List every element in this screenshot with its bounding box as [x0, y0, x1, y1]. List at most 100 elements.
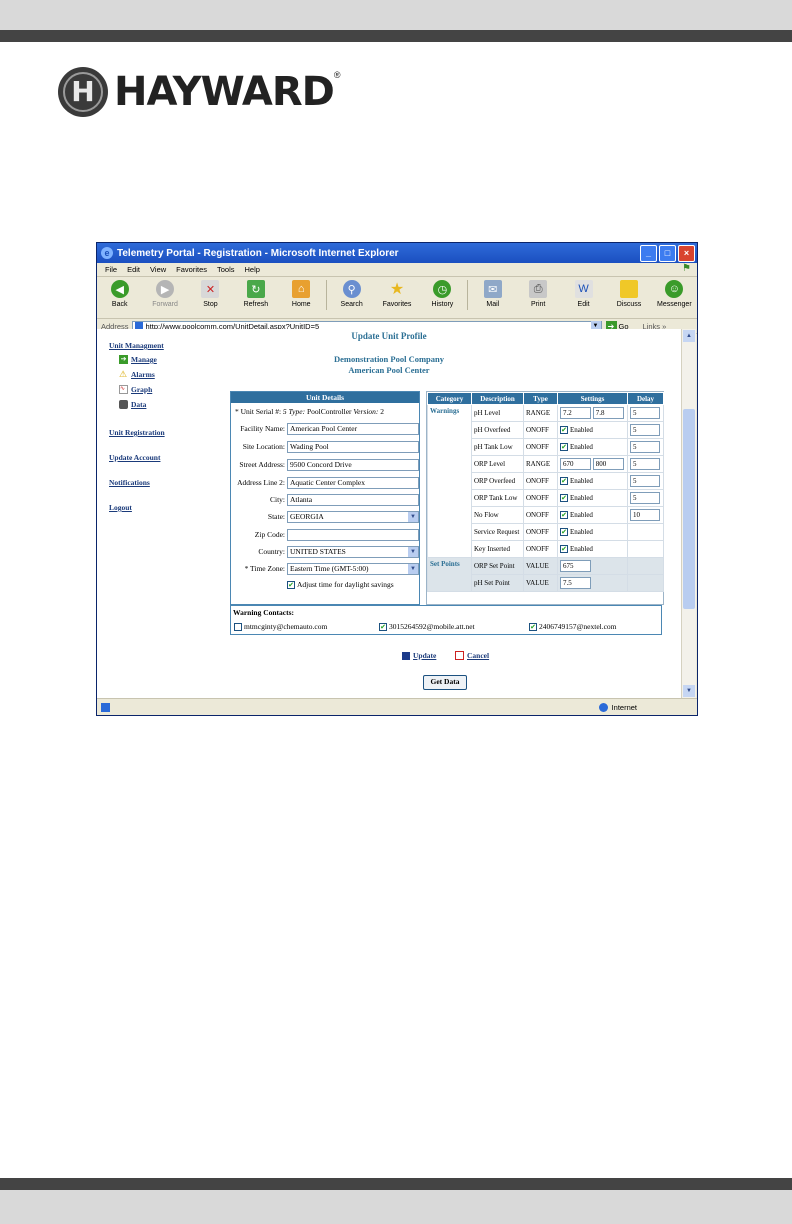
contact-item: ✔ 2406749157@nextel.com — [529, 622, 617, 631]
row-type: ONOFF — [523, 421, 558, 439]
search-button[interactable]: ⚲ Search — [329, 280, 374, 308]
minimize-button[interactable]: _ — [640, 244, 657, 262]
enabled-checkbox[interactable]: ✔ — [560, 477, 568, 486]
addr2-input[interactable]: Aquatic Center Complex — [287, 476, 419, 489]
nav-item-graph[interactable]: ∿ Graph — [119, 382, 219, 397]
enabled-checkbox[interactable]: ✔ — [560, 443, 568, 452]
mail-button[interactable]: ✉ Mail — [470, 280, 515, 308]
scroll-down-icon[interactable]: ▼ — [683, 685, 695, 697]
dst-row: ✔ Adjust time for daylight savings — [231, 577, 417, 592]
country-select[interactable]: UNITED STATES ▼ — [287, 545, 419, 558]
nav-unit-management[interactable]: Unit Managment — [109, 341, 219, 350]
messenger-button[interactable]: ☺ Messenger — [652, 280, 697, 308]
row-desc: pH Tank Low — [471, 438, 524, 456]
get-data-button[interactable]: Get Data — [423, 675, 467, 690]
back-button[interactable]: ◀ Back — [97, 280, 142, 308]
col-description: Description — [471, 392, 524, 405]
cancel-button[interactable]: Cancel — [455, 651, 489, 660]
messenger-icon: ☺ — [665, 280, 684, 298]
delay-input[interactable]: 5 — [630, 475, 660, 487]
nav-item-data[interactable]: Data — [119, 397, 219, 412]
menu-tools[interactable]: Tools — [217, 265, 235, 274]
enabled-checkbox[interactable]: ✔ — [560, 426, 568, 435]
contact-checkbox[interactable]: ✔ — [379, 622, 387, 631]
state-select[interactable]: GEORGIA ▼ — [287, 510, 419, 523]
row-delay: 5 — [627, 421, 664, 439]
row-delay: 10 — [627, 506, 664, 524]
data-icon — [119, 400, 128, 409]
state-row: State: GEORGIA ▼ — [231, 509, 419, 524]
close-button[interactable]: × — [678, 244, 695, 262]
ph-low-input[interactable]: 7.2 — [560, 407, 591, 419]
timezone-select[interactable]: Eastern Time (GMT-5:00) ▼ — [287, 562, 419, 575]
delay-input[interactable]: 5 — [630, 441, 660, 453]
nav-graph-link[interactable]: Graph — [131, 385, 152, 394]
city-input[interactable]: Atlanta — [287, 493, 419, 506]
row-delay: 5 — [627, 472, 664, 490]
delay-input[interactable]: 5 — [630, 458, 660, 470]
facility-input[interactable]: American Pool Center — [287, 422, 419, 435]
menu-edit[interactable]: Edit — [127, 265, 140, 274]
delay-input[interactable]: 5 — [630, 492, 660, 504]
enabled-checkbox[interactable]: ✔ — [560, 528, 568, 537]
windows-flag-icon: ⚑ — [682, 263, 691, 274]
scroll-up-icon[interactable]: ▲ — [683, 330, 695, 342]
country-row: Country: UNITED STATES ▼ — [231, 544, 419, 559]
page-status-icon — [101, 703, 110, 712]
site-input[interactable]: Wading Pool — [287, 440, 419, 453]
orp-setpoint-input[interactable]: 675 — [560, 560, 591, 572]
contact-checkbox[interactable] — [234, 622, 242, 631]
row-desc: ORP Overfeed — [471, 472, 524, 490]
scroll-thumb[interactable] — [683, 409, 695, 609]
enabled-label: Enabled — [570, 442, 593, 451]
street-input[interactable]: 9500 Concord Drive — [287, 458, 419, 471]
dst-checkbox[interactable]: ✔ — [287, 580, 295, 589]
home-button[interactable]: ⌂ Home — [279, 280, 324, 308]
refresh-button[interactable]: ↻ Refresh — [233, 280, 278, 308]
menu-favorites[interactable]: Favorites — [176, 265, 207, 274]
history-button[interactable]: ◷ History — [420, 280, 465, 308]
print-button[interactable]: ⎙ Print — [515, 280, 560, 308]
delay-input[interactable]: 5 — [630, 407, 660, 419]
row-settings: 7.2 7.8 — [557, 404, 628, 422]
zip-input[interactable] — [287, 528, 419, 541]
stop-button[interactable]: ✕ Stop — [188, 280, 233, 308]
menu-help[interactable]: Help — [245, 265, 260, 274]
edit-button[interactable]: W Edit — [561, 280, 606, 308]
refresh-icon: ↻ — [246, 280, 265, 298]
orp-high-input[interactable]: 800 — [592, 458, 624, 470]
row-delay: 5 — [627, 455, 664, 473]
update-button[interactable]: Update — [402, 651, 436, 660]
ph-setpoint-input[interactable]: 7.5 — [560, 577, 591, 589]
nav-notifications[interactable]: Notifications — [109, 478, 219, 487]
enabled-checkbox[interactable]: ✔ — [560, 545, 568, 554]
ph-high-input[interactable]: 7.8 — [592, 407, 624, 419]
menu-file[interactable]: File — [105, 265, 117, 274]
menu-bar: File Edit View Favorites Tools Help ⚑ — [97, 263, 697, 277]
forward-button[interactable]: ▶ Forward — [142, 280, 187, 308]
warnings-category: Warnings — [427, 404, 472, 558]
maximize-button[interactable]: □ — [659, 244, 676, 262]
zip-label: Zip Code: — [254, 530, 285, 539]
version-label: Version: — [353, 407, 379, 416]
favorites-button[interactable]: ★ Favorites — [374, 280, 419, 308]
delay-input[interactable]: 10 — [630, 509, 660, 521]
history-icon: ◷ — [433, 280, 452, 298]
facility-row: Facility Name: American Pool Center — [231, 421, 419, 436]
addr2-label: Address Line 2: — [237, 478, 285, 487]
nav-update-account[interactable]: Update Account — [109, 453, 219, 462]
enabled-checkbox[interactable]: ✔ — [560, 511, 568, 520]
row-settings: ✔ Enabled — [557, 421, 628, 439]
contact-checkbox[interactable]: ✔ — [529, 622, 537, 631]
delay-input[interactable]: 5 — [630, 424, 660, 436]
discuss-button[interactable]: Discuss — [606, 280, 651, 308]
globe-icon — [598, 703, 608, 712]
menu-view[interactable]: View — [150, 265, 166, 274]
nav-logout[interactable]: Logout — [109, 503, 219, 512]
nav-data-link[interactable]: Data — [131, 400, 146, 409]
orp-low-input[interactable]: 670 — [560, 458, 591, 470]
nav-unit-registration[interactable]: Unit Registration — [109, 428, 219, 437]
enabled-checkbox[interactable]: ✔ — [560, 494, 568, 503]
row-type: RANGE — [523, 404, 558, 422]
vertical-scrollbar[interactable]: ▲ ▼ — [681, 329, 696, 698]
